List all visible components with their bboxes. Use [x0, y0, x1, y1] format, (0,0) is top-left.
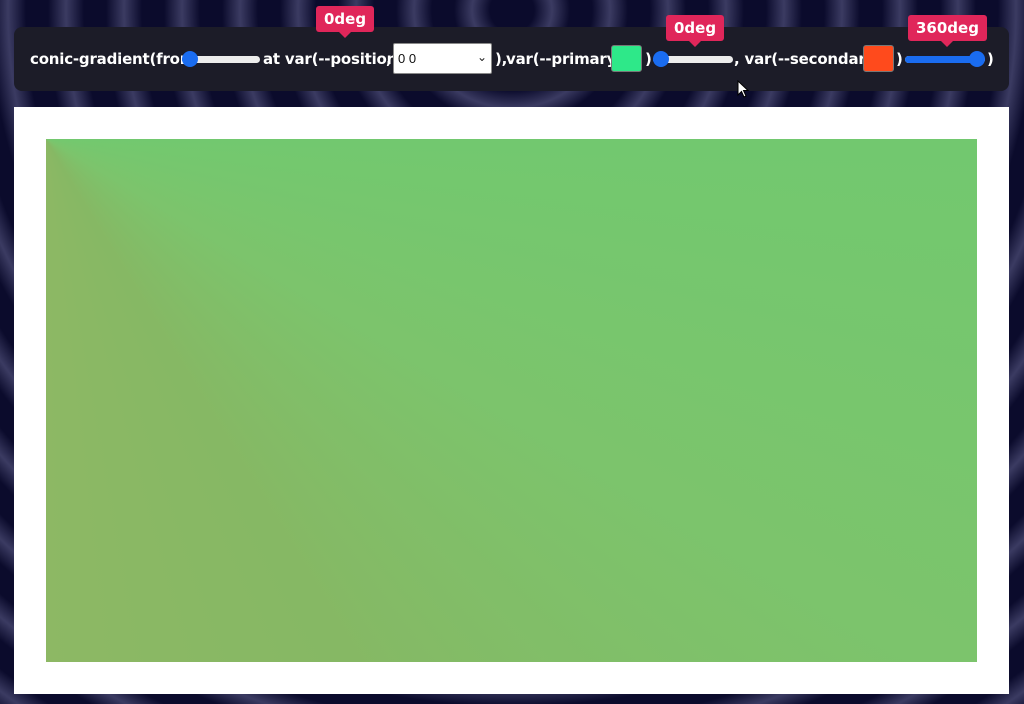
secondary-stop-slider[interactable] [905, 51, 985, 67]
from-angle-tooltip: 0deg [316, 6, 375, 38]
paren-close-primary: ) [645, 50, 652, 68]
chevron-down-icon: ⌄ [476, 50, 487, 64]
position-select[interactable]: 0 0 ⌄ [393, 43, 492, 74]
preview-panel [14, 107, 1009, 694]
paren-close-secondary: ) [896, 50, 903, 68]
from-angle-slider[interactable] [182, 51, 260, 67]
secondary-stop-fill [905, 56, 977, 63]
primary-stop-tooltip: 0deg [666, 15, 725, 47]
comma-separator: , [386, 50, 392, 68]
position-select-value: 0 0 [398, 51, 417, 66]
secondary-var-label: , var(--secondary, [734, 50, 880, 68]
conic-gradient-label: conic-gradient(from [30, 50, 196, 68]
primary-var-label: var(--primary, [506, 50, 621, 68]
paren-close-final: ) [987, 50, 994, 68]
primary-stop-slider[interactable] [653, 51, 733, 67]
mouse-pointer-icon [737, 80, 750, 98]
gradient-preview [46, 139, 977, 662]
secondary-stop-tooltip: 360deg [908, 15, 987, 47]
primary-color-swatch[interactable] [611, 45, 642, 72]
from-angle-thumb[interactable] [182, 51, 198, 67]
secondary-stop-thumb[interactable] [969, 51, 985, 67]
primary-stop-thumb[interactable] [653, 51, 669, 67]
position-var-label: at var(--position [263, 50, 398, 68]
secondary-color-swatch[interactable] [863, 45, 894, 72]
gradient-toolbar: conic-gradient(from at var(--position , … [14, 27, 1009, 91]
